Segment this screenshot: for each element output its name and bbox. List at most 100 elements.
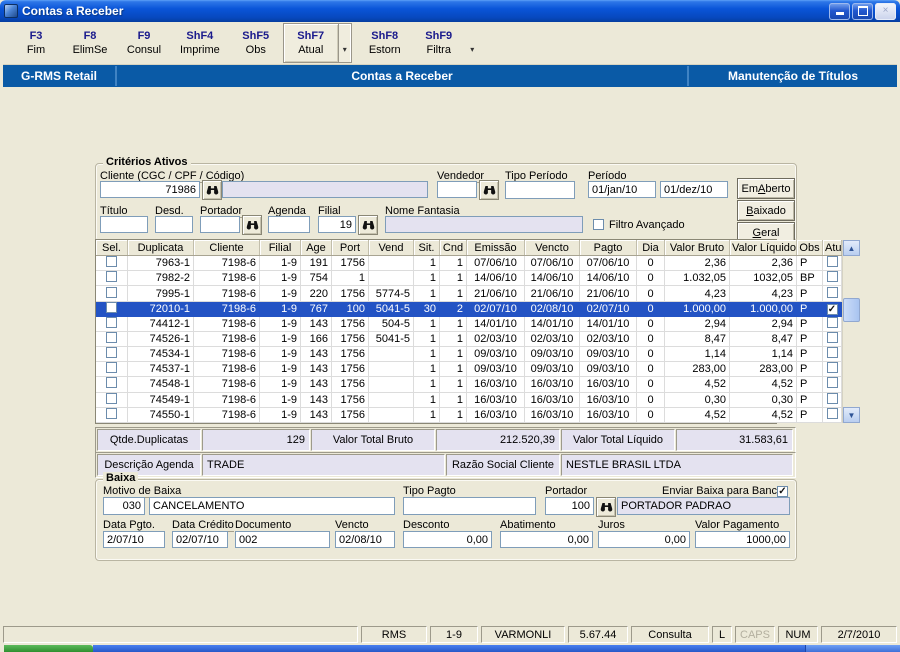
column-header-vend[interactable]: Vend xyxy=(369,240,414,256)
minimize-button[interactable] xyxy=(829,3,850,20)
cliente-search-button[interactable] xyxy=(202,180,222,200)
documento-input[interactable]: 002 xyxy=(235,531,330,548)
table-row[interactable]: 7995-17198-61-922017565774-51121/06/1021… xyxy=(96,286,842,301)
toolbar-button-atual[interactable]: ShF7Atual xyxy=(283,23,339,63)
column-header-vencto[interactable]: Vencto xyxy=(525,240,580,256)
baixado-button[interactable]: Baixado xyxy=(737,200,795,221)
juros-input[interactable]: 0,00 xyxy=(598,531,690,548)
filtro-avancado-checkbox[interactable] xyxy=(593,219,604,230)
toolbar-button-estorn[interactable]: ShF8Estorn xyxy=(358,24,412,62)
portador-search-button[interactable] xyxy=(242,215,262,235)
restore-button[interactable] xyxy=(852,3,873,20)
atu-checkbox[interactable] xyxy=(827,304,838,315)
toolbar-button-imprime[interactable]: ShF4Imprime xyxy=(171,24,229,62)
motivo-baixa-select[interactable]: CANCELAMENTO xyxy=(149,497,395,515)
filial-search-button[interactable] xyxy=(358,215,378,235)
column-header-cnd[interactable]: Cnd xyxy=(440,240,467,256)
column-header-age[interactable]: Age xyxy=(301,240,332,256)
column-header-valorbruto[interactable]: Valor Bruto xyxy=(665,240,730,256)
row-select-checkbox[interactable] xyxy=(106,271,117,282)
toolbar-button-consul[interactable]: F9Consul xyxy=(117,24,171,62)
atu-checkbox[interactable] xyxy=(827,377,838,388)
scrollbar-thumb[interactable] xyxy=(843,298,860,322)
column-header-sel[interactable]: Sel. xyxy=(96,240,128,256)
cliente-input[interactable]: 71986 xyxy=(100,181,200,198)
atu-checkbox[interactable] xyxy=(827,347,838,358)
periodo-from-input[interactable]: 01/jan/10 xyxy=(588,181,656,198)
atu-checkbox[interactable] xyxy=(827,408,838,419)
titulo-input[interactable] xyxy=(100,216,148,233)
table-row[interactable]: 7982-27198-61-975411114/06/1014/06/1014/… xyxy=(96,271,842,286)
desconto-input[interactable]: 0,00 xyxy=(403,531,492,548)
toolbar-button-obs[interactable]: ShF5Obs xyxy=(229,24,283,62)
start-button-edge[interactable] xyxy=(4,645,93,652)
column-header-dia[interactable]: Dia xyxy=(637,240,665,256)
column-header-pagto[interactable]: Pagto xyxy=(580,240,637,256)
toolbar-dropdown-atual-icon[interactable]: ▾ xyxy=(339,23,352,63)
table-row[interactable]: 72010-17198-61-97671005041-530202/07/100… xyxy=(96,301,842,316)
em-aberto-button[interactable]: Em Aberto xyxy=(737,178,795,199)
column-header-filial[interactable]: Filial xyxy=(260,240,301,256)
atu-checkbox[interactable] xyxy=(827,271,838,282)
row-select-checkbox[interactable] xyxy=(106,332,117,343)
vendedor-input[interactable] xyxy=(437,181,477,198)
atu-checkbox[interactable] xyxy=(827,393,838,404)
atu-checkbox[interactable] xyxy=(827,287,838,298)
column-header-duplicata[interactable]: Duplicata xyxy=(128,240,194,256)
tipo-pagto-select[interactable] xyxy=(403,497,536,515)
abatimento-input[interactable]: 0,00 xyxy=(500,531,593,548)
agenda-input[interactable] xyxy=(268,216,310,233)
row-select-checkbox[interactable] xyxy=(106,347,117,358)
grid-scrollbar[interactable]: ▲ ▼ xyxy=(842,240,843,423)
valor-pagamento-input[interactable]: 1000,00 xyxy=(695,531,790,548)
data-pgto-input[interactable]: 2/07/10 xyxy=(103,531,165,548)
toolbar-button-filtra[interactable]: ShF9Filtra xyxy=(412,24,466,62)
row-select-checkbox[interactable] xyxy=(106,377,117,388)
toolbar-button-fim[interactable]: F3Fim xyxy=(9,24,63,62)
column-header-port[interactable]: Port xyxy=(332,240,369,256)
portador-baixa-code-input[interactable]: 100 xyxy=(545,497,594,515)
portador-input[interactable] xyxy=(200,216,240,233)
atu-checkbox[interactable] xyxy=(827,256,838,267)
table-row[interactable]: 74526-17198-61-916617565041-51102/03/100… xyxy=(96,331,842,346)
table-row[interactable]: 74548-17198-61-914317561116/03/1016/03/1… xyxy=(96,377,842,392)
close-button[interactable]: × xyxy=(875,3,896,20)
portador-baixa-search-button[interactable] xyxy=(596,497,616,517)
row-select-checkbox[interactable] xyxy=(106,287,117,298)
motivo-baixa-code-input[interactable]: 030 xyxy=(103,497,145,515)
scroll-up-icon[interactable]: ▲ xyxy=(843,240,860,256)
toolbar-button-elimse[interactable]: F8ElimSe xyxy=(63,24,117,62)
table-row[interactable]: 74534-17198-61-914317561109/03/1009/03/1… xyxy=(96,347,842,362)
atu-checkbox[interactable] xyxy=(827,362,838,373)
cell: 5041-5 xyxy=(369,331,414,346)
table-row[interactable]: 74412-17198-61-91431756504-51114/01/1014… xyxy=(96,316,842,331)
filial-input[interactable]: 19 xyxy=(318,216,356,233)
vencto-baixa-input[interactable]: 02/08/10 xyxy=(335,531,395,548)
table-row[interactable]: 74537-17198-61-914317561109/03/1009/03/1… xyxy=(96,362,842,377)
row-select-checkbox[interactable] xyxy=(106,408,117,419)
column-header-obs[interactable]: Obs xyxy=(797,240,823,256)
row-select-checkbox[interactable] xyxy=(106,362,117,373)
column-header-emisso[interactable]: Emissão xyxy=(467,240,525,256)
row-select-checkbox[interactable] xyxy=(106,302,117,313)
vendedor-search-button[interactable] xyxy=(479,180,499,200)
row-select-checkbox[interactable] xyxy=(106,317,117,328)
desd-input[interactable] xyxy=(155,216,193,233)
atu-checkbox[interactable] xyxy=(827,317,838,328)
column-header-cliente[interactable]: Cliente xyxy=(194,240,260,256)
toolbar-dropdown-filtra-icon[interactable]: ▾ xyxy=(466,24,479,62)
table-row[interactable]: 7963-17198-61-919117561107/06/1007/06/10… xyxy=(96,256,842,271)
table-row[interactable]: 74549-17198-61-914317561116/03/1016/03/1… xyxy=(96,392,842,407)
data-credito-input[interactable]: 02/07/10 xyxy=(172,531,228,548)
scroll-down-icon[interactable]: ▼ xyxy=(843,407,860,423)
row-select-checkbox[interactable] xyxy=(106,256,117,267)
atu-checkbox[interactable] xyxy=(827,332,838,343)
column-header-atu[interactable]: Atu xyxy=(823,240,842,256)
row-select-checkbox[interactable] xyxy=(106,393,117,404)
column-header-valorlquido[interactable]: Valor Líquido xyxy=(730,240,797,256)
table-row[interactable]: 74550-17198-61-914317561116/03/1016/03/1… xyxy=(96,407,842,422)
periodo-to-input[interactable]: 01/dez/10 xyxy=(660,181,728,198)
column-header-sit[interactable]: Sit. xyxy=(414,240,440,256)
tipo-periodo-select[interactable] xyxy=(505,181,575,199)
enviar-baixa-checkbox[interactable] xyxy=(777,486,788,497)
